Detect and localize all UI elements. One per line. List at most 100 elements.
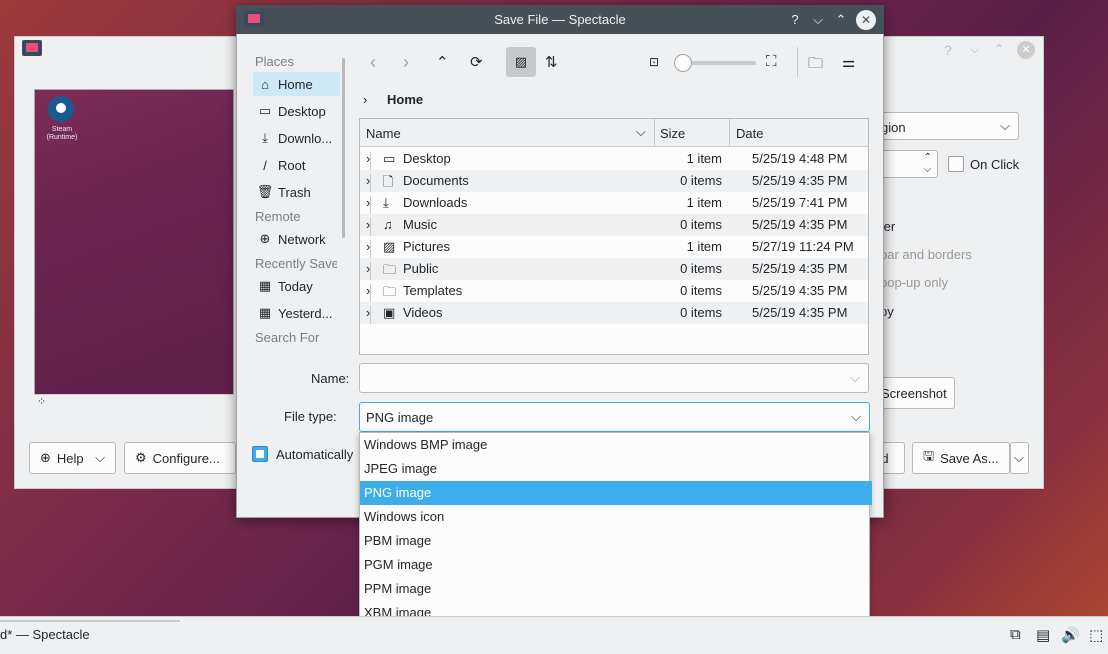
tree-line [370, 174, 371, 192]
network-icon[interactable]: ⬚ [1089, 626, 1103, 644]
filetype-option[interactable]: JPEG image [360, 457, 872, 481]
row-date: 5/25/19 4:35 PM [752, 261, 848, 276]
places-desktop-label: Desktop [278, 103, 326, 119]
zoom-in-icon[interactable]: ⛶ [766, 53, 777, 70]
places-item-trash[interactable]: 🗑 Trash [253, 180, 340, 204]
places-item-today[interactable]: ▦ Today [253, 274, 340, 298]
on-click-label: On Click [970, 157, 1020, 172]
help-icon[interactable]: ? [944, 42, 952, 58]
trash-icon: 🗑 [256, 184, 274, 199]
places-item-desktop[interactable]: ▭ Desktop [253, 99, 340, 123]
help-label: Help [56, 450, 84, 466]
filetype-value: PNG image [366, 410, 434, 425]
places-downloads-label: Downlo... [278, 130, 333, 146]
forward-icon[interactable]: › [403, 52, 409, 73]
reload-icon[interactable]: ⟳ [470, 53, 483, 71]
table-row[interactable]: › 🗀 Public 0 items 5/25/19 4:35 PM [360, 258, 868, 280]
chevron-down-icon: ⌵ [636, 124, 646, 139]
table-row[interactable]: › ▣ Videos 0 items 5/25/19 4:35 PM [360, 302, 868, 324]
parent-folder-icon[interactable]: ⌃ [436, 53, 449, 71]
table-row[interactable]: › 🗋 Documents 0 items 5/25/19 4:35 PM [360, 170, 868, 192]
table-row[interactable]: › 🗀 Templates 0 items 5/25/19 4:35 PM [360, 280, 868, 302]
row-size: 0 items [680, 217, 722, 232]
close-icon[interactable]: ✕ [1017, 41, 1035, 59]
option-popup: pop-up only [880, 275, 948, 290]
row-name: Desktop [403, 151, 451, 166]
help-button[interactable]: ⊕ Help ⌵ [29, 442, 116, 474]
minimize-icon[interactable]: ⌵ [809, 11, 827, 29]
save-as-button[interactable]: 🖫 Save As... [912, 442, 1010, 474]
sort-icon[interactable]: ⇅ [545, 53, 558, 71]
notes-icon[interactable]: ▤ [1036, 626, 1050, 644]
places-scrollbar[interactable] [342, 58, 345, 238]
table-row[interactable]: › ♫ Music 0 items 5/25/19 4:35 PM [360, 214, 868, 236]
save-as-menu-button[interactable]: ⌵ [1010, 442, 1029, 474]
zoom-slider-handle[interactable] [674, 54, 692, 72]
filetype-option[interactable]: Windows icon [360, 505, 872, 529]
row-date: 5/27/19 11:24 PM [752, 239, 854, 254]
steam-icon [48, 96, 74, 122]
new-folder-icon[interactable]: 🗀 [808, 53, 823, 78]
capture-mode-combo[interactable]: gion ⌵ [866, 112, 1019, 140]
toolbar-separator [797, 47, 798, 77]
zoom-out-icon[interactable]: ⊡ [649, 55, 659, 69]
filetype-option[interactable]: Windows BMP image [360, 433, 872, 457]
places-item-yesterday[interactable]: ▦ Yesterd... [253, 301, 340, 325]
close-icon[interactable]: ✕ [856, 10, 876, 30]
minimize-icon[interactable]: ⌵ [970, 42, 979, 57]
breadcrumb-home[interactable]: Home [387, 92, 423, 107]
help-icon[interactable]: ? [786, 11, 804, 29]
column-name[interactable]: Name [366, 126, 401, 141]
table-row[interactable]: › ▨ Pictures 1 item 5/27/19 11:24 PM [360, 236, 868, 258]
automatically-checkbox[interactable] [252, 446, 268, 462]
row-name: Downloads [403, 195, 468, 210]
tree-line [370, 218, 371, 236]
save-icon: 🖫 [923, 448, 935, 463]
table-row[interactable]: › ▭ Desktop 1 item 5/25/19 4:48 PM [360, 148, 868, 170]
drag-icon[interactable]: ⁘ [37, 395, 46, 408]
chevron-down-icon: ⌵ [1014, 450, 1024, 465]
music-icon: ♫ [383, 217, 393, 232]
on-click-checkbox[interactable] [948, 156, 964, 172]
preview-toggle-icon[interactable]: ▨ [506, 47, 536, 77]
places-header: Places [255, 54, 295, 69]
filetype-option[interactable]: PBM image [360, 529, 872, 553]
filename-input[interactable]: ⌵ [359, 363, 869, 393]
breadcrumb-chevron-icon: › [363, 92, 368, 107]
row-size: 0 items [680, 283, 722, 298]
column-size[interactable]: Size [660, 126, 685, 141]
preview-toolbar [34, 394, 234, 412]
back-icon[interactable]: ‹ [370, 52, 376, 73]
table-row[interactable]: › ⤓ Downloads 1 item 5/25/19 7:41 PM [360, 192, 868, 214]
places-item-downloads[interactable]: ⤓ Downlo... [253, 126, 340, 150]
volume-icon[interactable]: 🔊 [1061, 626, 1080, 644]
column-date[interactable]: Date [736, 126, 763, 141]
filetype-option[interactable]: PPM image [360, 577, 872, 601]
places-today-label: Today [278, 278, 313, 294]
tree-line [370, 196, 371, 214]
row-name: Videos [403, 305, 443, 320]
recently-saved-header: Recently Save [255, 256, 337, 271]
row-size: 1 item [686, 151, 722, 166]
chevron-down-icon: ⌵ [850, 370, 860, 385]
tree-line [370, 306, 371, 324]
take-screenshot-label: Screenshot [881, 385, 947, 401]
maximize-icon[interactable]: ⌃ [994, 42, 1004, 56]
taskbar-task-spectacle[interactable]: d* — Spectacle [0, 627, 90, 642]
filetype-option[interactable]: PGM image [360, 553, 872, 577]
options-icon[interactable]: ⚌ [842, 53, 855, 71]
maximize-icon[interactable]: ⌃ [832, 11, 850, 29]
desktop-icon-label: Steam (Runtime) [46, 126, 78, 141]
configure-button[interactable]: ⚙ Configure... [124, 442, 236, 474]
file-list-header: Name ⌵ Size Date [360, 119, 868, 147]
places-home-label: Home [278, 76, 313, 92]
downloads-icon: ⤓ [383, 195, 389, 210]
places-item-root[interactable]: / Root [253, 153, 340, 177]
places-item-home[interactable]: ⌂ Home [253, 72, 340, 96]
filetype-option[interactable]: PNG image [360, 481, 872, 505]
clipboard-icon[interactable]: ⧉ [1010, 626, 1021, 643]
filetype-combo[interactable]: PNG image ⌵ [359, 402, 870, 432]
calendar-icon: ▦ [258, 278, 272, 293]
places-item-network[interactable]: ⊕ Network [253, 227, 340, 251]
places-yesterday-label: Yesterd... [278, 305, 333, 321]
